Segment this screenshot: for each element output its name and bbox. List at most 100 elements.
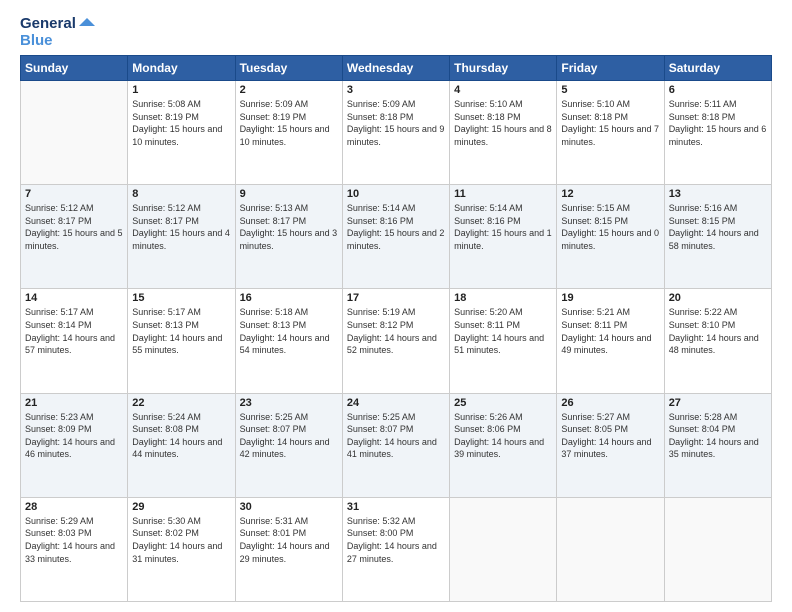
calendar-cell xyxy=(664,497,771,601)
day-info: Sunrise: 5:15 AMSunset: 8:15 PMDaylight:… xyxy=(561,202,659,252)
day-number: 7 xyxy=(25,188,123,200)
day-info: Sunrise: 5:16 AMSunset: 8:15 PMDaylight:… xyxy=(669,202,767,252)
calendar-cell: 13 Sunrise: 5:16 AMSunset: 8:15 PMDayligh… xyxy=(664,185,771,289)
day-number: 5 xyxy=(561,84,659,96)
calendar-cell: 12 Sunrise: 5:15 AMSunset: 8:15 PMDayligh… xyxy=(557,185,664,289)
day-number: 4 xyxy=(454,84,552,96)
calendar-cell: 29 Sunrise: 5:30 AMSunset: 8:02 PMDayligh… xyxy=(128,497,235,601)
logo: General Blue xyxy=(20,16,95,49)
day-info: Sunrise: 5:17 AMSunset: 8:14 PMDaylight:… xyxy=(25,306,123,356)
day-number: 22 xyxy=(132,397,230,409)
calendar-cell: 28 Sunrise: 5:29 AMSunset: 8:03 PMDayligh… xyxy=(21,497,128,601)
col-header-thursday: Thursday xyxy=(450,56,557,81)
day-info: Sunrise: 5:32 AMSunset: 8:00 PMDaylight:… xyxy=(347,515,445,565)
calendar-cell: 21Sunrise: 5:23 AMSunset: 8:09 PMDayligh… xyxy=(21,393,128,497)
calendar-cell: 6Sunrise: 5:11 AMSunset: 8:18 PMDaylight… xyxy=(664,81,771,185)
day-info: Sunrise: 5:13 AMSunset: 8:17 PMDaylight:… xyxy=(240,202,338,252)
day-number: 12 xyxy=(561,188,659,200)
calendar-cell: 11 Sunrise: 5:14 AMSunset: 8:16 PMDayligh… xyxy=(450,185,557,289)
day-number: 10 xyxy=(347,188,445,200)
day-info: Sunrise: 5:12 AMSunset: 8:17 PMDaylight:… xyxy=(25,202,123,252)
logo-image: General Blue xyxy=(20,16,95,49)
calendar-cell: 3Sunrise: 5:09 AMSunset: 8:18 PMDaylight… xyxy=(342,81,449,185)
day-number: 1 xyxy=(132,84,230,96)
calendar-week-row: 1 Sunrise: 5:08 AMSunset: 8:19 PMDaylight… xyxy=(21,81,772,185)
day-info: Sunrise: 5:09 AMSunset: 8:19 PMDaylight:… xyxy=(240,98,338,148)
day-number: 26 xyxy=(561,397,659,409)
day-number: 9 xyxy=(240,188,338,200)
day-info: Sunrise: 5:12 AMSunset: 8:17 PMDaylight:… xyxy=(132,202,230,252)
calendar-cell: 4 Sunrise: 5:10 AMSunset: 8:18 PMDaylight… xyxy=(450,81,557,185)
day-info: Sunrise: 5:19 AMSunset: 8:12 PMDaylight:… xyxy=(347,306,445,356)
calendar-cell: 31 Sunrise: 5:32 AMSunset: 8:00 PMDayligh… xyxy=(342,497,449,601)
calendar-cell: 25Sunrise: 5:26 AMSunset: 8:06 PMDayligh… xyxy=(450,393,557,497)
day-number: 31 xyxy=(347,501,445,513)
calendar-week-row: 7 Sunrise: 5:12 AMSunset: 8:17 PMDaylight… xyxy=(21,185,772,289)
calendar-cell: 24 Sunrise: 5:25 AMSunset: 8:07 PMDayligh… xyxy=(342,393,449,497)
day-info: Sunrise: 5:11 AMSunset: 8:18 PMDaylight:… xyxy=(669,98,767,148)
day-number: 23 xyxy=(240,397,338,409)
day-info: Sunrise: 5:30 AMSunset: 8:02 PMDaylight:… xyxy=(132,515,230,565)
day-number: 17 xyxy=(347,292,445,304)
calendar-cell: 5 Sunrise: 5:10 AMSunset: 8:18 PMDaylight… xyxy=(557,81,664,185)
day-number: 11 xyxy=(454,188,552,200)
day-info: Sunrise: 5:28 AMSunset: 8:04 PMDaylight:… xyxy=(669,411,767,461)
day-info: Sunrise: 5:24 AMSunset: 8:08 PMDaylight:… xyxy=(132,411,230,461)
calendar-week-row: 28 Sunrise: 5:29 AMSunset: 8:03 PMDayligh… xyxy=(21,497,772,601)
calendar-cell: 15 Sunrise: 5:17 AMSunset: 8:13 PMDayligh… xyxy=(128,289,235,393)
day-info: Sunrise: 5:20 AMSunset: 8:11 PMDaylight:… xyxy=(454,306,552,356)
day-number: 13 xyxy=(669,188,767,200)
calendar-cell: 10 Sunrise: 5:14 AMSunset: 8:16 PMDayligh… xyxy=(342,185,449,289)
day-number: 21 xyxy=(25,397,123,409)
calendar-cell: 9 Sunrise: 5:13 AMSunset: 8:17 PMDaylight… xyxy=(235,185,342,289)
day-info: Sunrise: 5:25 AMSunset: 8:07 PMDaylight:… xyxy=(240,411,338,461)
day-info: Sunrise: 5:29 AMSunset: 8:03 PMDaylight:… xyxy=(25,515,123,565)
day-info: Sunrise: 5:31 AMSunset: 8:01 PMDaylight:… xyxy=(240,515,338,565)
day-number: 15 xyxy=(132,292,230,304)
calendar-cell: 30 Sunrise: 5:31 AMSunset: 8:01 PMDayligh… xyxy=(235,497,342,601)
calendar-cell: 16Sunrise: 5:18 AMSunset: 8:13 PMDayligh… xyxy=(235,289,342,393)
day-number: 28 xyxy=(25,501,123,513)
day-number: 2 xyxy=(240,84,338,96)
day-info: Sunrise: 5:10 AMSunset: 8:18 PMDaylight:… xyxy=(454,98,552,148)
calendar-cell xyxy=(21,81,128,185)
day-number: 27 xyxy=(669,397,767,409)
col-header-monday: Monday xyxy=(128,56,235,81)
col-header-sunday: Sunday xyxy=(21,56,128,81)
calendar-cell: 14Sunrise: 5:17 AMSunset: 8:14 PMDayligh… xyxy=(21,289,128,393)
calendar-cell: 27 Sunrise: 5:28 AMSunset: 8:04 PMDayligh… xyxy=(664,393,771,497)
calendar-cell: 2 Sunrise: 5:09 AMSunset: 8:19 PMDaylight… xyxy=(235,81,342,185)
calendar-cell: 1 Sunrise: 5:08 AMSunset: 8:19 PMDaylight… xyxy=(128,81,235,185)
calendar-cell: 20Sunrise: 5:22 AMSunset: 8:10 PMDayligh… xyxy=(664,289,771,393)
calendar-cell xyxy=(450,497,557,601)
col-header-wednesday: Wednesday xyxy=(342,56,449,81)
calendar-week-row: 14Sunrise: 5:17 AMSunset: 8:14 PMDayligh… xyxy=(21,289,772,393)
calendar-cell: 18Sunrise: 5:20 AMSunset: 8:11 PMDayligh… xyxy=(450,289,557,393)
day-number: 29 xyxy=(132,501,230,513)
calendar-cell: 22 Sunrise: 5:24 AMSunset: 8:08 PMDayligh… xyxy=(128,393,235,497)
calendar-cell: 8 Sunrise: 5:12 AMSunset: 8:17 PMDaylight… xyxy=(128,185,235,289)
day-info: Sunrise: 5:09 AMSunset: 8:18 PMDaylight:… xyxy=(347,98,445,148)
day-info: Sunrise: 5:21 AMSunset: 8:11 PMDaylight:… xyxy=(561,306,659,356)
calendar-cell: 17 Sunrise: 5:19 AMSunset: 8:12 PMDayligh… xyxy=(342,289,449,393)
day-info: Sunrise: 5:10 AMSunset: 8:18 PMDaylight:… xyxy=(561,98,659,148)
day-info: Sunrise: 5:25 AMSunset: 8:07 PMDaylight:… xyxy=(347,411,445,461)
day-info: Sunrise: 5:14 AMSunset: 8:16 PMDaylight:… xyxy=(454,202,552,252)
calendar: SundayMondayTuesdayWednesdayThursdayFrid… xyxy=(20,55,772,602)
calendar-header-row: SundayMondayTuesdayWednesdayThursdayFrid… xyxy=(21,56,772,81)
calendar-cell: 19Sunrise: 5:21 AMSunset: 8:11 PMDayligh… xyxy=(557,289,664,393)
calendar-cell: 7 Sunrise: 5:12 AMSunset: 8:17 PMDaylight… xyxy=(21,185,128,289)
day-info: Sunrise: 5:08 AMSunset: 8:19 PMDaylight:… xyxy=(132,98,230,148)
day-number: 30 xyxy=(240,501,338,513)
calendar-week-row: 21Sunrise: 5:23 AMSunset: 8:09 PMDayligh… xyxy=(21,393,772,497)
day-number: 8 xyxy=(132,188,230,200)
calendar-cell: 23 Sunrise: 5:25 AMSunset: 8:07 PMDayligh… xyxy=(235,393,342,497)
day-info: Sunrise: 5:14 AMSunset: 8:16 PMDaylight:… xyxy=(347,202,445,252)
header: General Blue xyxy=(20,16,772,49)
day-number: 24 xyxy=(347,397,445,409)
day-info: Sunrise: 5:17 AMSunset: 8:13 PMDaylight:… xyxy=(132,306,230,356)
day-info: Sunrise: 5:26 AMSunset: 8:06 PMDaylight:… xyxy=(454,411,552,461)
day-info: Sunrise: 5:27 AMSunset: 8:05 PMDaylight:… xyxy=(561,411,659,461)
calendar-cell xyxy=(557,497,664,601)
calendar-cell: 26 Sunrise: 5:27 AMSunset: 8:05 PMDayligh… xyxy=(557,393,664,497)
